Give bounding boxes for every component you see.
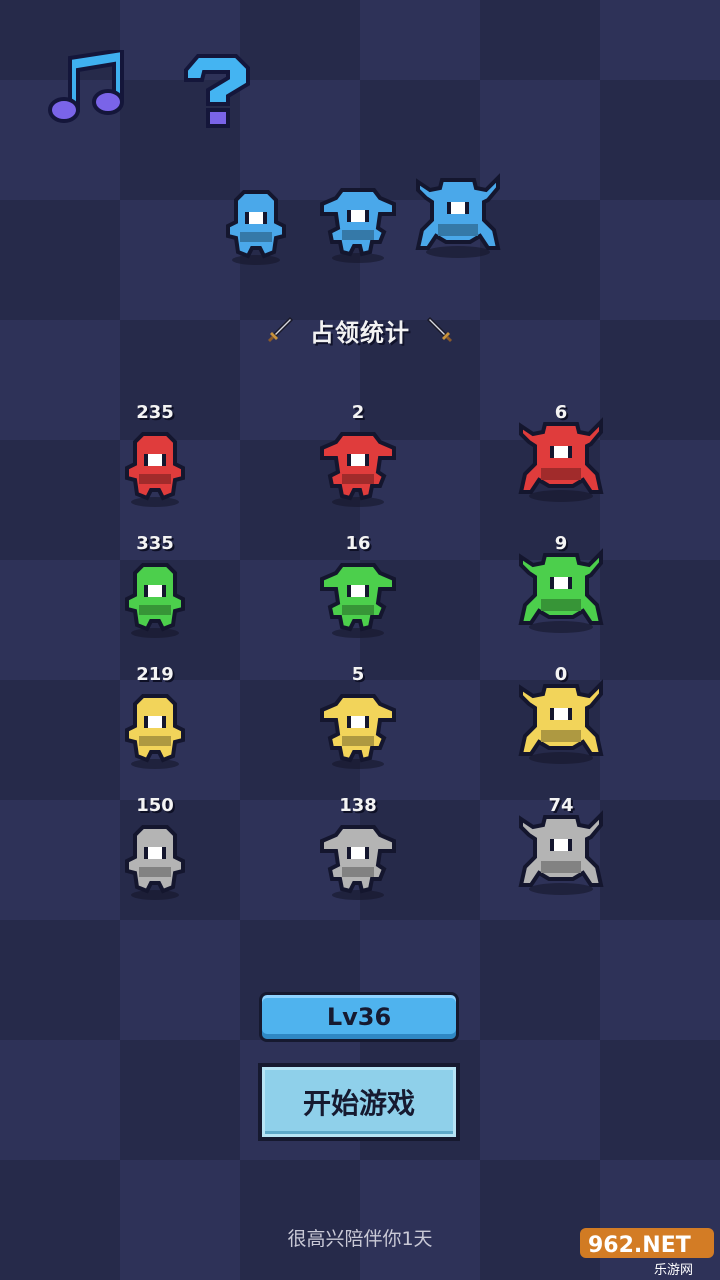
board-cell — [0, 200, 120, 320]
board-cell — [600, 680, 720, 800]
yellow-monster — [518, 679, 604, 764]
territory-count: 150 — [136, 795, 174, 816]
music-note-icon[interactable] — [44, 50, 128, 124]
green-monster — [518, 548, 604, 633]
red-monster — [125, 432, 185, 507]
territory-count: 2 — [351, 402, 365, 423]
board-cell — [0, 920, 120, 1040]
territory-count: 138 — [339, 795, 377, 816]
svg-text:乐游网: 乐游网 — [654, 1263, 693, 1276]
level-button[interactable]: Lv36 — [259, 992, 459, 1042]
territory-count: 235 — [136, 402, 174, 423]
board-cell — [600, 560, 720, 680]
board-cell — [0, 1160, 120, 1280]
board-cell — [0, 800, 120, 920]
green-monster — [125, 563, 185, 638]
board-cell — [120, 920, 240, 1040]
board-cell — [360, 1160, 480, 1280]
gray-monster — [320, 825, 396, 900]
board-cell — [240, 1160, 360, 1280]
territory-count: 335 — [136, 533, 174, 554]
board-cell — [600, 0, 720, 80]
board-cell — [0, 680, 120, 800]
green-monster — [320, 563, 396, 638]
board-cell — [360, 0, 480, 80]
board-cell — [480, 1040, 600, 1160]
start-game-button[interactable]: 开始游戏 — [258, 1063, 460, 1141]
board-cell — [480, 920, 600, 1040]
gray-monster — [125, 825, 185, 900]
watermark-logo: 962.NET 乐游网 — [580, 1228, 714, 1276]
stats-title: 占领统计 — [310, 318, 410, 347]
yellow-monster — [320, 694, 396, 769]
header-blue-monster — [226, 190, 286, 265]
board-cell — [600, 200, 720, 320]
territory-count: 219 — [136, 664, 174, 685]
gray-monster — [518, 810, 604, 895]
board-cell — [600, 800, 720, 920]
board-cell — [600, 920, 720, 1040]
red-monster — [320, 432, 396, 507]
board-cell — [0, 440, 120, 560]
territory-count: 5 — [351, 664, 365, 685]
territory-count: 16 — [345, 533, 371, 554]
svg-text:962.NET: 962.NET — [588, 1233, 691, 1258]
sword-icon — [268, 316, 294, 342]
board-cell — [600, 440, 720, 560]
question-mark-icon[interactable] — [176, 50, 256, 130]
board-cell — [0, 560, 120, 680]
board-cell — [120, 1040, 240, 1160]
sword-icon — [426, 316, 452, 342]
header-blue-monster — [415, 173, 501, 258]
red-monster — [518, 417, 604, 502]
board-cell — [120, 1160, 240, 1280]
stats-title-row: 占领统计 — [0, 308, 720, 352]
board-cell — [240, 80, 360, 200]
board-cell — [600, 80, 720, 200]
board-cell — [0, 1040, 120, 1160]
board-cell — [480, 0, 600, 80]
yellow-monster — [125, 694, 185, 769]
header-blue-monster — [320, 188, 396, 263]
board-cell — [600, 1040, 720, 1160]
board-cell — [240, 0, 360, 80]
